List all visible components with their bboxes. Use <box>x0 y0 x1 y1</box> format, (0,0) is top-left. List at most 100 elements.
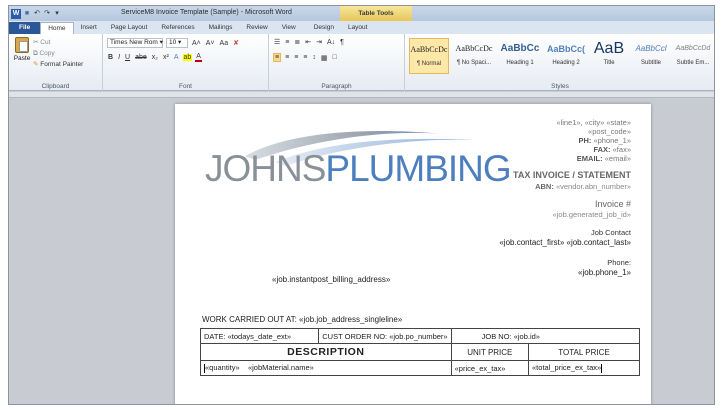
description-header[interactable]: DESCRIPTION <box>200 343 452 361</box>
billing-address: «job.instantpost_billing_address» <box>272 275 391 284</box>
borders-button[interactable]: □ <box>332 54 338 61</box>
text-cursor-end <box>601 363 603 373</box>
tab-review[interactable]: Review <box>239 22 274 34</box>
style-normal-sample: AaBbCcDc <box>410 45 448 54</box>
date-cell[interactable]: DATE: «todays_date_ext» <box>199 328 320 344</box>
style-title[interactable]: AaB Title <box>591 38 627 74</box>
style-normal[interactable]: AaBbCcDc ¶ Normal <box>409 38 449 74</box>
email-label: EMAIL: <box>576 154 603 163</box>
sort-button[interactable]: A↓ <box>326 39 336 46</box>
font-name-dropdown[interactable]: Times New Rom ▾ <box>107 38 163 48</box>
show-marks-button[interactable]: ¶ <box>339 39 345 46</box>
style-heading-2[interactable]: AaBbCc( Heading 2 <box>545 38 587 74</box>
clipboard-group-label: Clipboard <box>41 83 70 90</box>
copy-button[interactable]: ⧉ Copy <box>33 48 83 59</box>
style-subtle-emphasis-sample: AaBbCcDd <box>675 45 711 52</box>
job-no-cell[interactable]: JOB NO: «job.id» <box>450 328 641 344</box>
style-subtle-emphasis[interactable]: AaBbCcDd Subtle Em... <box>673 38 713 74</box>
clipboard-group: Paste ✂ Cut ⧉ Copy ✎ Format Painter Clip… <box>9 34 103 91</box>
total-price-header[interactable]: TOTAL PRICE <box>528 343 640 361</box>
format-painter-button[interactable]: ✎ Format Painter <box>33 59 83 70</box>
window-title: ServiceM8 Invoice Template (Sample) - Mi… <box>121 9 292 16</box>
highlight-button[interactable]: ab <box>182 54 193 61</box>
tab-layout[interactable]: Layout <box>341 22 375 34</box>
quantity-field: «quantity» <box>205 363 240 373</box>
strikethrough-button[interactable]: abe <box>134 54 148 61</box>
tab-mailings[interactable]: Mailings <box>202 22 240 34</box>
font-size-dropdown[interactable]: 10 ▾ <box>166 38 188 48</box>
job-contact-value: «job.contact_first» «job.contact_last» <box>499 238 631 247</box>
ribbon: Paste ✂ Cut ⧉ Copy ✎ Format Painter Clip… <box>9 34 714 91</box>
clear-formatting-button[interactable]: ✘ <box>232 39 240 47</box>
description-cell[interactable]: «quantity» «jobMaterial.name» <box>200 360 452 376</box>
tax-invoice-title: TAX INVOICE / STATEMENT <box>512 170 631 180</box>
total-price-cell[interactable]: «total_price_ex_tax» <box>528 360 640 376</box>
style-subtitle[interactable]: AaBbCcl Subtitle <box>631 38 671 74</box>
undo-icon[interactable]: ↶ <box>33 10 41 18</box>
bold-button[interactable]: B <box>107 54 114 61</box>
save-icon[interactable]: ■ <box>23 10 31 18</box>
unit-price-cell[interactable]: «price_ex_tax» <box>450 360 530 376</box>
shading-button[interactable]: ▦ <box>320 54 329 62</box>
tab-references[interactable]: References <box>154 22 201 34</box>
customize-qat-icon[interactable]: ▾ <box>53 10 61 18</box>
tab-file[interactable]: File <box>9 22 41 34</box>
tab-page-layout[interactable]: Page Layout <box>104 22 155 34</box>
material-field: «jobMaterial.name» <box>247 363 314 373</box>
email-line: EMAIL: «email» <box>577 154 631 163</box>
text-effects-button[interactable]: A <box>173 54 180 61</box>
underline-button[interactable]: U <box>124 54 131 61</box>
tab-insert[interactable]: Insert <box>74 22 104 34</box>
word-window: W ■ ↶ ↷ ▾ ServiceM8 Invoice Template (Sa… <box>8 5 715 405</box>
tab-home[interactable]: Home <box>40 22 74 34</box>
tab-design[interactable]: Design <box>307 22 341 34</box>
total-price-field: «total_price_ex_tax» <box>532 363 602 373</box>
paste-button[interactable]: Paste <box>13 37 31 62</box>
document-page[interactable]: JOHNSPLUMBING «line1», «city» «state» «p… <box>175 104 651 404</box>
center-button[interactable]: ≡ <box>284 54 290 61</box>
shrink-font-button[interactable]: A˅ <box>205 40 216 47</box>
logo-wordmark: JOHNSPLUMBING <box>205 148 512 190</box>
invoice-table[interactable]: DATE: «todays_date_ext» CUST ORDER NO: «… <box>199 328 641 376</box>
logo-johns: JOHNS <box>205 148 326 189</box>
post-code: «post_code» <box>588 127 631 136</box>
align-right-button[interactable]: ≡ <box>293 54 299 61</box>
subscript-button[interactable]: x₂ <box>151 54 159 61</box>
address-line: «line1», «city» «state» <box>556 118 631 127</box>
superscript-button[interactable]: x² <box>162 54 170 61</box>
line-spacing-button[interactable]: ↕ <box>311 54 317 61</box>
cut-button[interactable]: ✂ Cut <box>33 37 83 48</box>
italic-button[interactable]: I <box>117 54 121 61</box>
bullets-button[interactable]: ☰ <box>273 38 281 46</box>
redo-icon[interactable]: ↷ <box>43 10 51 18</box>
word-app-icon[interactable]: W <box>11 8 21 19</box>
font-group: Times New Rom ▾ 10 ▾ A˄ A˅ Aa ✘ B I U ab… <box>103 34 269 91</box>
unit-price-header[interactable]: UNIT PRICE <box>450 343 530 361</box>
increase-indent-button[interactable]: ⇥ <box>315 38 323 46</box>
style-no-spacing-sample: AaBbCcDc <box>455 44 493 53</box>
style-title-sample: AaB <box>593 40 625 57</box>
numbering-button[interactable]: ≡ <box>284 39 290 46</box>
font-color-button[interactable]: A <box>195 53 202 62</box>
style-title-label: Title <box>603 60 615 66</box>
ribbon-tabs: File Home Insert Page Layout References … <box>9 21 714 34</box>
paste-label: Paste <box>13 55 31 62</box>
style-no-spacing[interactable]: AaBbCcDc ¶ No Spaci... <box>453 38 495 74</box>
justify-button[interactable]: ≡ <box>302 54 308 61</box>
style-subtitle-sample: AaBbCcl <box>635 44 667 53</box>
multilevel-list-button[interactable]: ≣ <box>293 38 301 46</box>
job-contact-label: Job Contact <box>590 228 631 237</box>
style-heading-1[interactable]: AaBbCc Heading 1 <box>499 38 541 74</box>
tab-view[interactable]: View <box>275 22 303 34</box>
document-area: JOHNSPLUMBING «line1», «city» «state» «p… <box>9 92 714 404</box>
decrease-indent-button[interactable]: ⇤ <box>304 38 312 46</box>
cust-order-cell[interactable]: CUST ORDER NO: «job.po_number» <box>318 328 452 344</box>
invoice-id: «job.generated_job_id» <box>552 210 631 219</box>
change-case-button[interactable]: Aa <box>219 40 230 47</box>
cut-label: Cut <box>40 39 51 46</box>
abn-line: ABN: «vendor.abn_number» <box>535 182 631 191</box>
job-phone-value: «job.phone_1» <box>578 268 631 277</box>
title-bar: W ■ ↶ ↷ ▾ ServiceM8 Invoice Template (Sa… <box>9 6 714 21</box>
align-left-button[interactable]: ≡ <box>273 53 282 62</box>
grow-font-button[interactable]: A˄ <box>191 40 202 47</box>
